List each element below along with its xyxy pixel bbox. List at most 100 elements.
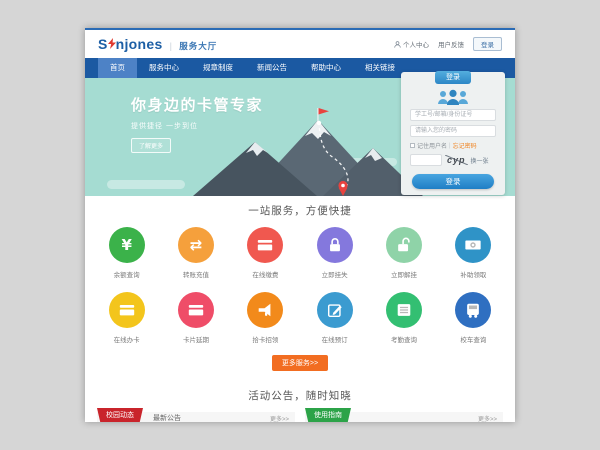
login-body: 记住用户名 | 忘记密码 cyp 换一张 登录 [401,72,505,189]
login-panel: 登录 记住用户名 | 忘记密码 cyp 换一张 [401,72,505,195]
username-input[interactable] [410,109,496,121]
nav-item-service-center[interactable]: 服务中心 [137,58,191,78]
campus-news-panel: 校园动态 最新公告 更多>> [97,412,295,422]
transfer-arrows-icon: ⇄ [190,238,203,253]
service-item-unlock[interactable]: 立即解挂 [369,227,438,279]
service-circle[interactable] [317,227,353,263]
service-circle[interactable] [455,292,491,328]
card-icon [118,301,136,319]
list-icon [395,301,413,319]
service-item-balance[interactable]: ¥ 余额查询 [92,227,161,279]
nav-item-home[interactable]: 首页 [98,58,137,78]
options-separator: | [449,143,451,149]
service-label: 在线缴费 [231,269,300,279]
lock-icon [326,236,344,254]
banknote-icon [464,236,482,254]
lightning-bolt-icon [108,38,116,49]
hero-title: 你身边的卡管专家 [131,94,263,115]
service-label: 在线办卡 [92,334,161,344]
service-item-lost-found[interactable]: 拾卡招领 [231,292,300,344]
nav-item-news[interactable]: 新闻公告 [245,58,299,78]
service-circle[interactable] [386,292,422,328]
latest-announcements-tab[interactable]: 最新公告 [153,413,181,422]
cloud-shape [107,180,185,189]
service-item-card-renewal[interactable]: 卡片延期 [161,292,230,344]
service-item-apply-card[interactable]: 在线办卡 [92,292,161,344]
service-label: 在线预订 [300,334,369,344]
service-item-online-payment[interactable]: 在线缴费 [231,227,300,279]
edit-icon [326,301,344,319]
user-guide-ribbon[interactable]: 使用指南 [305,408,351,422]
login-options: 记住用户名 | 忘记密码 [410,141,496,150]
header-right: 个人中心 用户反馈 登录 [394,37,502,51]
service-item-attendance[interactable]: 考勤查询 [369,292,438,344]
service-item-report-loss[interactable]: 立即挂失 [300,227,369,279]
portal-title: 服务大厅 [179,40,217,52]
service-label: 余额查询 [92,269,161,279]
refresh-captcha-link[interactable]: 换一张 [471,156,489,165]
service-label: 立即解挂 [369,269,438,279]
header-login-button[interactable]: 登录 [473,37,502,51]
service-item-subsidy[interactable]: 补助领取 [439,227,508,279]
bank-card-icon [256,236,274,254]
service-label: 卡片延期 [161,334,230,344]
person-icon [394,41,401,48]
logo-text-rest: njones [116,36,163,52]
logo[interactable]: S njones | 服务大厅 [98,36,217,52]
service-circle[interactable]: ⇄ [178,227,214,263]
bus-icon [464,301,482,319]
user-center-label: 个人中心 [403,39,429,49]
user-guide-panel: 使用指南 更多>> [305,412,503,422]
services-title: 一站服务，方便快捷 [85,203,515,218]
feedback-link[interactable]: 用户反馈 [438,39,464,49]
hero-banner: 你身边的卡管专家 提供捷径 一步到位 了解更多 登录 记住用户名 | 忘记密码 [85,78,515,196]
card-icon [187,301,205,319]
nav-item-rules[interactable]: 规章制度 [191,58,245,78]
service-circle[interactable] [386,227,422,263]
remember-checkbox[interactable] [410,143,415,148]
campus-news-ribbon[interactable]: 校园动态 [97,408,143,422]
panel-header: 使用指南 更多>> [305,412,503,422]
service-circle[interactable] [317,292,353,328]
service-circle[interactable] [455,227,491,263]
feedback-label: 用户反馈 [438,39,464,49]
service-item-transfer[interactable]: ⇄ 转账充值 [161,227,230,279]
hero-cta-button[interactable]: 了解更多 [131,138,171,153]
nav-item-help-center[interactable]: 帮助中心 [299,58,353,78]
service-label: 拾卡招领 [231,334,300,344]
announcements-title: 活动公告，随时知晓 [85,388,515,403]
yen-icon: ¥ [121,238,131,253]
services-section: 一站服务，方便快捷 ¥ 余额查询 ⇄ 转账充值 [85,196,515,371]
service-circle[interactable] [178,292,214,328]
user-center-link[interactable]: 个人中心 [394,39,429,49]
service-label: 补助领取 [439,269,508,279]
service-circle[interactable] [247,227,283,263]
login-submit-button[interactable]: 登录 [412,174,494,189]
nav-item-links[interactable]: 相关链接 [353,58,407,78]
service-circle[interactable]: ¥ [109,227,145,263]
unlock-icon [395,236,413,254]
service-circle[interactable] [247,292,283,328]
service-label: 校车查询 [439,334,508,344]
megaphone-icon [256,301,274,319]
more-link[interactable]: 更多>> [270,414,289,423]
captcha-image[interactable]: cyp [445,155,468,165]
header: S njones | 服务大厅 个人中心 用户反馈 登录 [85,30,515,58]
service-item-school-bus[interactable]: 校车查询 [439,292,508,344]
forgot-password-link[interactable]: 忘记密码 [453,141,477,150]
service-circle[interactable] [109,292,145,328]
captcha-input[interactable] [410,154,442,166]
service-item-online-booking[interactable]: 在线预订 [300,292,369,344]
password-input[interactable] [410,125,496,137]
remember-label: 记住用户名 [417,141,447,150]
logo-separator: | [170,41,173,51]
hero-subtitle: 提供捷径 一步到位 [131,121,263,131]
users-avatar-icon [435,89,471,105]
service-label: 转账充值 [161,269,230,279]
login-tab[interactable]: 登录 [435,71,471,84]
more-services-button[interactable]: 更多服务>> [272,355,328,371]
logo-text-first: S [98,36,108,52]
captcha-row: cyp 换一张 [410,154,496,166]
service-label: 立即挂失 [300,269,369,279]
more-link[interactable]: 更多>> [478,414,497,423]
